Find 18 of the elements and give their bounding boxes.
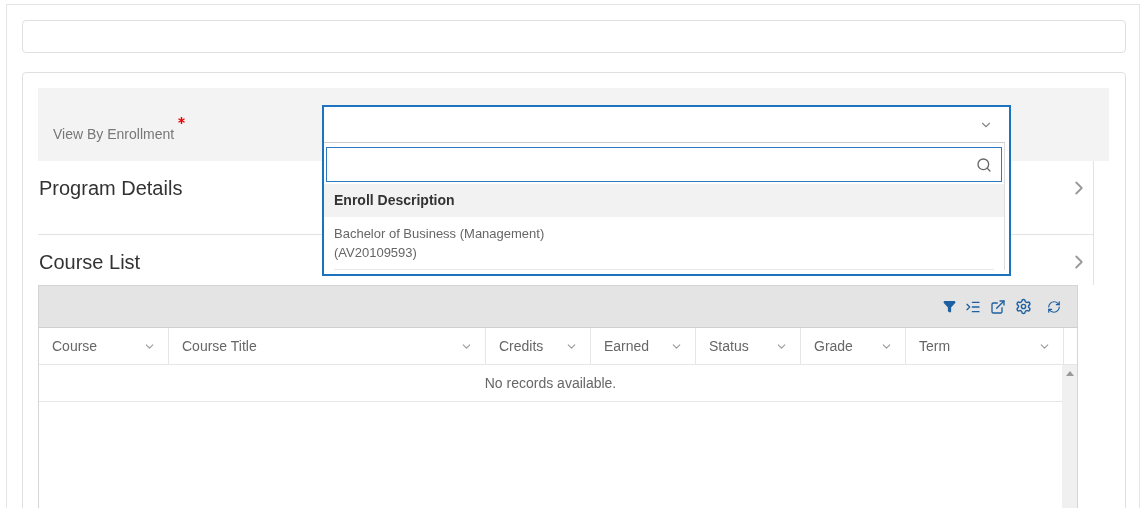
search-field[interactable]: [326, 147, 1002, 182]
export-icon[interactable]: [990, 298, 1006, 315]
column-header[interactable]: Grade: [800, 328, 905, 364]
scrollbar[interactable]: [1062, 365, 1077, 508]
column-header[interactable]: Term: [905, 328, 1063, 364]
column-header[interactable]: Status: [695, 328, 800, 364]
list-header: Enroll Description: [324, 184, 1004, 217]
enrollment-dropdown[interactable]: Enroll Description Bachelor of Business (Management) (AV20109593): [322, 105, 1011, 276]
column-header[interactable]: Course: [39, 328, 168, 364]
field-label: View By Enrollment: [53, 125, 175, 144]
empty-message: No records available.: [484, 373, 617, 393]
settings-icon[interactable]: [1015, 298, 1032, 315]
refresh-icon[interactable]: [1047, 299, 1061, 314]
search-icon: [976, 156, 992, 173]
column-header[interactable]: Credits: [485, 328, 590, 364]
column-header[interactable]: Earned: [590, 328, 695, 364]
column-header[interactable]: Course Title: [168, 328, 485, 364]
filter-icon[interactable]: [943, 300, 956, 313]
